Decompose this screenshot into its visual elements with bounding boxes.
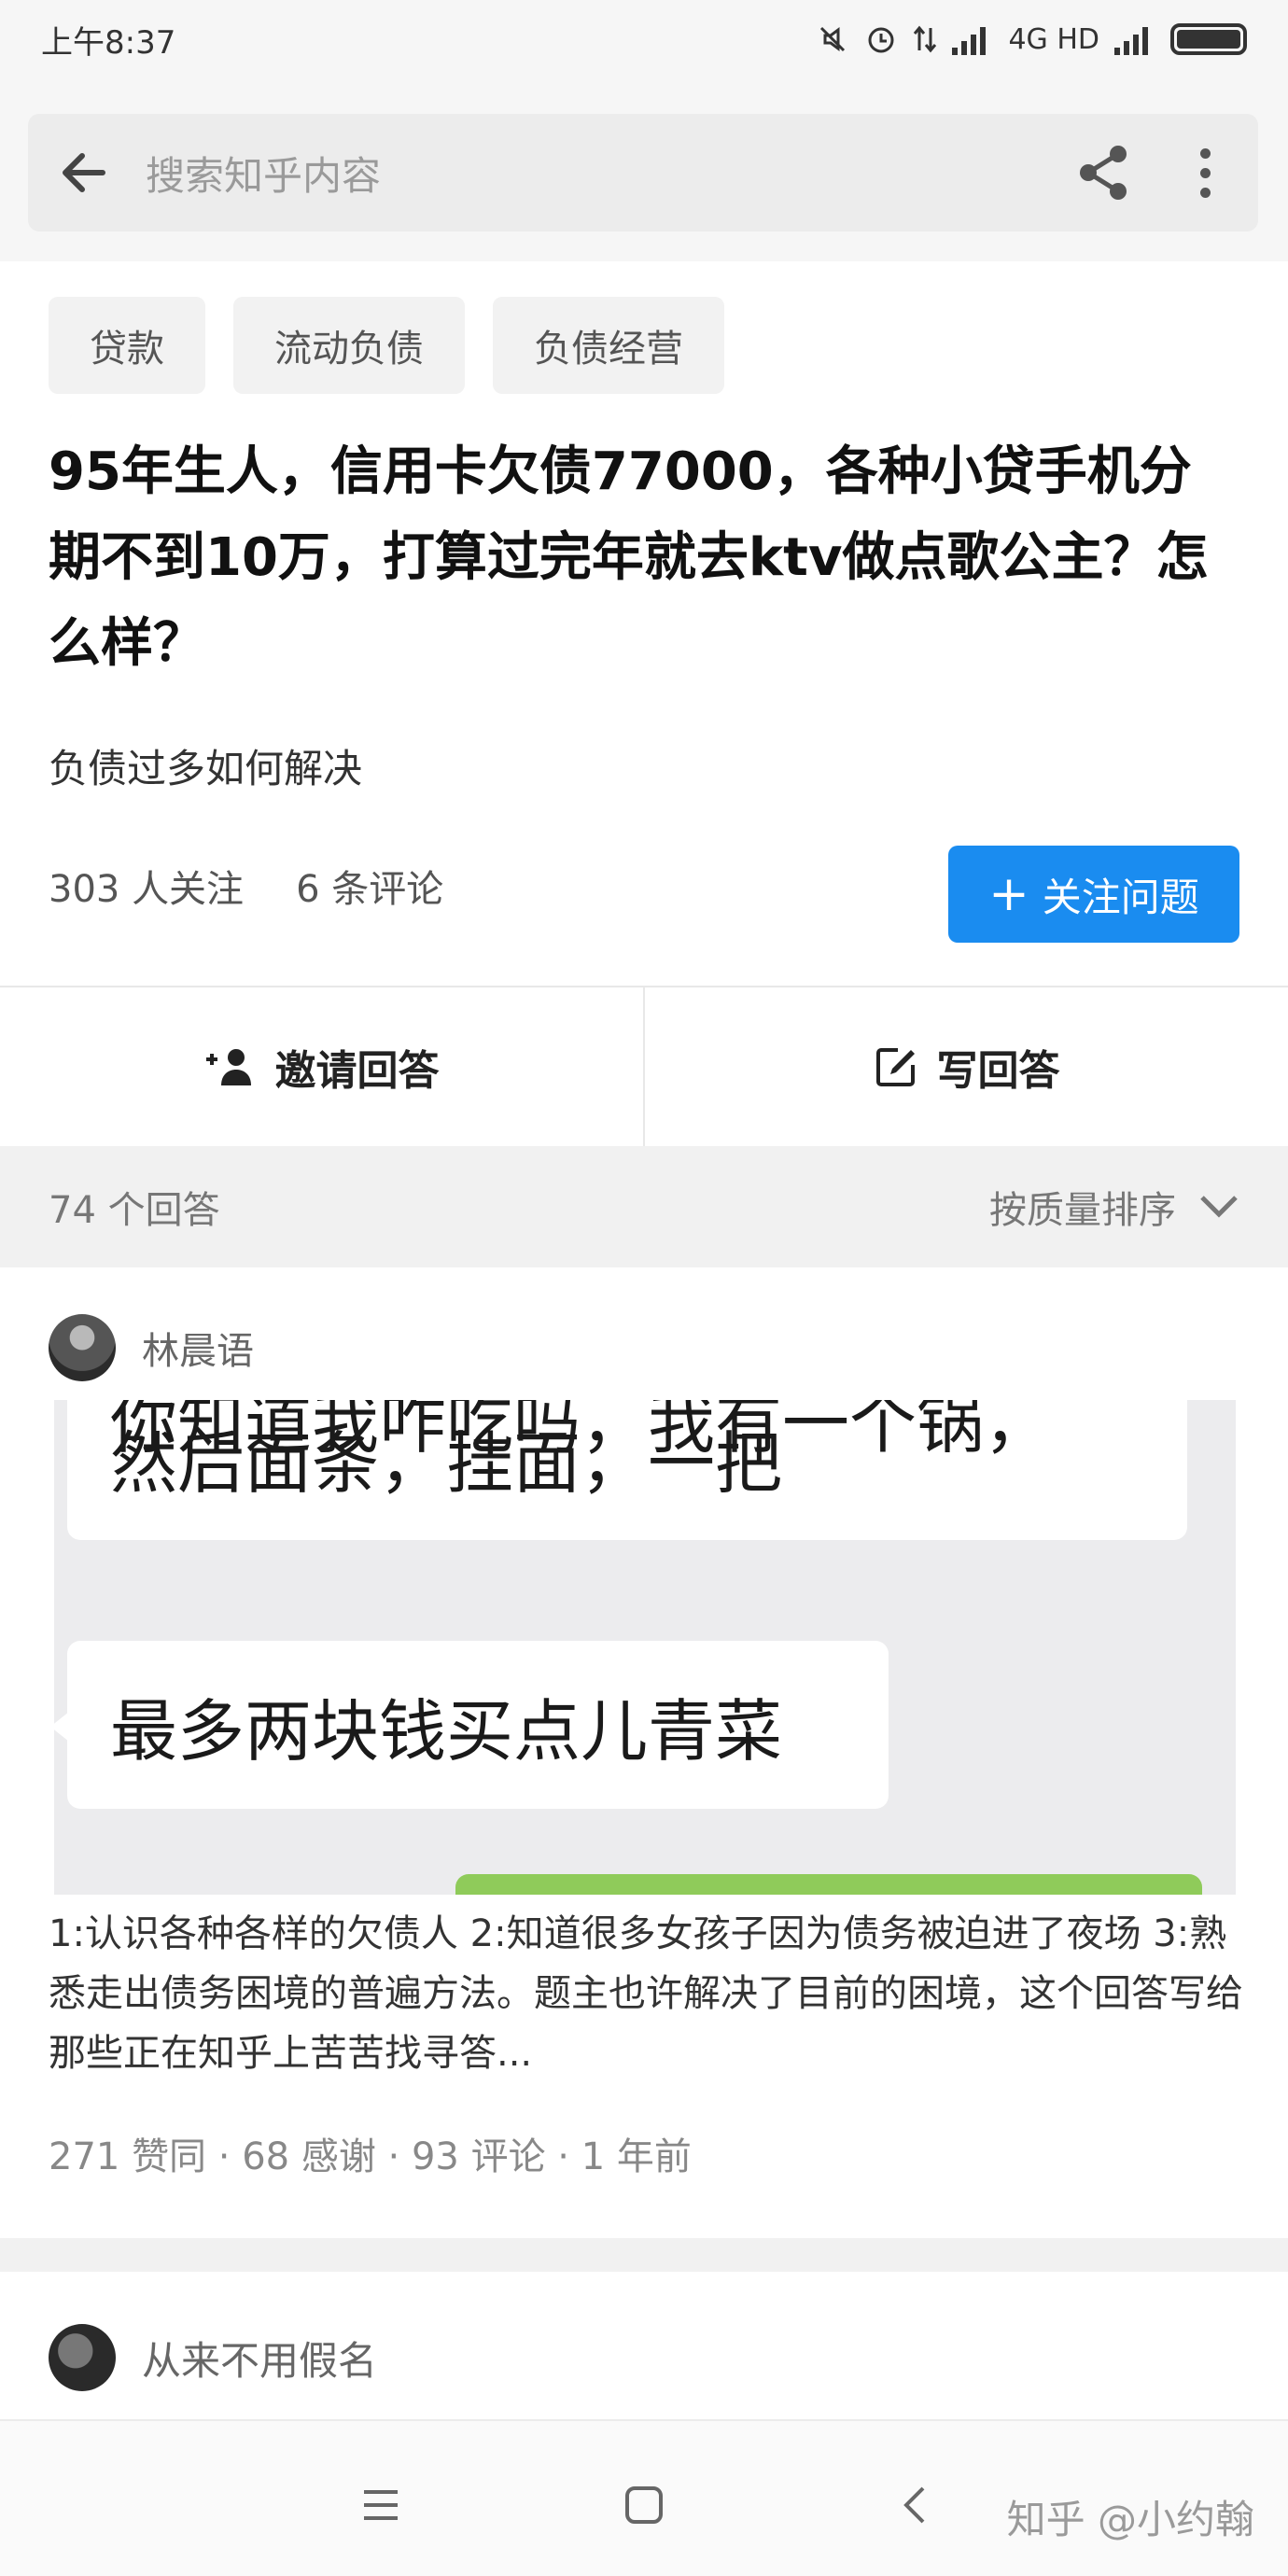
- sort-dropdown[interactable]: 按质量排序: [989, 1180, 1239, 1234]
- status-time: 上午8:37: [41, 23, 176, 62]
- chat-bubble-text: 最多两块钱买点儿青菜: [110, 1691, 783, 1771]
- back-icon[interactable]: [887, 2477, 943, 2533]
- question-topic[interactable]: 负债过多如何解决: [49, 737, 362, 794]
- tag-debt-management[interactable]: 负债经营: [493, 297, 724, 394]
- plus-icon: +: [988, 866, 1029, 922]
- chat-bubble-sent: [455, 1874, 1202, 1895]
- answer-excerpt[interactable]: 1:认识各种各样的欠债人 2:知道很多女孩子因为债务被迫进了夜场 3:熟悉走出债…: [49, 1904, 1243, 2083]
- chat-bubble: 最多两块钱买点儿青菜: [54, 1641, 889, 1809]
- chevron-down-icon: [1200, 1196, 1238, 1218]
- status-bar: 上午8:37 4G HD: [0, 0, 1288, 78]
- search-bar[interactable]: 搜索知乎内容: [28, 114, 1258, 231]
- signal-icon-2: [1114, 27, 1148, 55]
- signal-icon: [952, 27, 987, 55]
- search-input[interactable]: 搜索知乎内容: [146, 145, 381, 202]
- author-name[interactable]: 林晨语: [142, 1321, 254, 1375]
- data-transfer-icon: [914, 25, 937, 53]
- top-bar: 搜索知乎内容: [0, 78, 1288, 261]
- avatar[interactable]: [49, 1314, 116, 1381]
- write-answer-label: 写回答: [936, 1047, 1060, 1095]
- answer-author[interactable]: 从来不用假名: [49, 2324, 377, 2391]
- invite-answer-button[interactable]: 邀请回答: [0, 987, 643, 1146]
- answers-count: 74 个回答: [49, 1189, 220, 1232]
- tag-loan[interactable]: 贷款: [49, 297, 205, 394]
- menu-icon[interactable]: [353, 2477, 409, 2533]
- alarm-icon: [868, 27, 894, 53]
- comments-count[interactable]: 6 条评论: [296, 859, 443, 913]
- follow-button-label: 关注问题: [1042, 874, 1199, 920]
- answer-card[interactable]: 林晨语 你知道我咋吃吗，我有一个锅， 然后面条，挂面，一把 最多两块钱买点儿青菜…: [0, 1267, 1288, 2238]
- answer-action-row: 邀请回答 写回答: [0, 986, 1288, 1146]
- chat-bubble: 你知道我咋吃吗，我有一个锅， 然后面条，挂面，一把: [67, 1400, 1187, 1540]
- chat-bubble-partial-text: 你知道我咋吃吗，我有一个锅，: [110, 1400, 1052, 1463]
- write-answer-button[interactable]: 写回答: [643, 987, 1288, 1146]
- status-icons: 4G HD: [816, 22, 1247, 56]
- answer-meta: 271 赞同 · 68 感谢 · 93 评论 · 1 年前: [49, 2135, 692, 2178]
- tag-current-liabilities[interactable]: 流动负债: [233, 297, 465, 394]
- add-person-icon: [205, 1049, 251, 1085]
- topic-tags: 贷款 流动负债 负债经营: [49, 297, 724, 394]
- author-name[interactable]: 从来不用假名: [142, 2330, 377, 2387]
- answers-bar: 74 个回答 按质量排序: [0, 1146, 1288, 1267]
- avatar[interactable]: [49, 2324, 116, 2391]
- sort-label: 按质量排序: [989, 1189, 1176, 1232]
- answer-image[interactable]: 你知道我咋吃吗，我有一个锅， 然后面条，挂面，一把 最多两块钱买点儿青菜: [54, 1400, 1236, 1895]
- followers-count: 303 人关注: [49, 868, 245, 911]
- question-title: 95年生人，信用卡欠债77000，各种小贷手机分期不到10万，打算过完年就去kt…: [49, 441, 1209, 674]
- back-arrow-icon[interactable]: [28, 114, 140, 231]
- network-label: 4G HD: [1008, 22, 1099, 56]
- edit-icon: [875, 1048, 915, 1086]
- invite-answer-label: 邀请回答: [274, 1047, 440, 1095]
- home-icon[interactable]: [616, 2477, 672, 2533]
- share-icon[interactable]: [1071, 140, 1137, 205]
- divider: [0, 2238, 1288, 2272]
- more-options-icon[interactable]: [1172, 140, 1238, 205]
- question-stats: 303 人关注 6 条评论: [49, 859, 443, 913]
- watermark: 知乎 @小约翰: [1006, 2497, 1254, 2542]
- mute-icon: [820, 26, 846, 52]
- follow-question-button[interactable]: + 关注问题: [948, 846, 1239, 943]
- system-nav-bar: 知乎 @小约翰: [0, 2419, 1288, 2576]
- answer-author[interactable]: 林晨语: [49, 1314, 254, 1381]
- battery-icon: [1170, 23, 1247, 55]
